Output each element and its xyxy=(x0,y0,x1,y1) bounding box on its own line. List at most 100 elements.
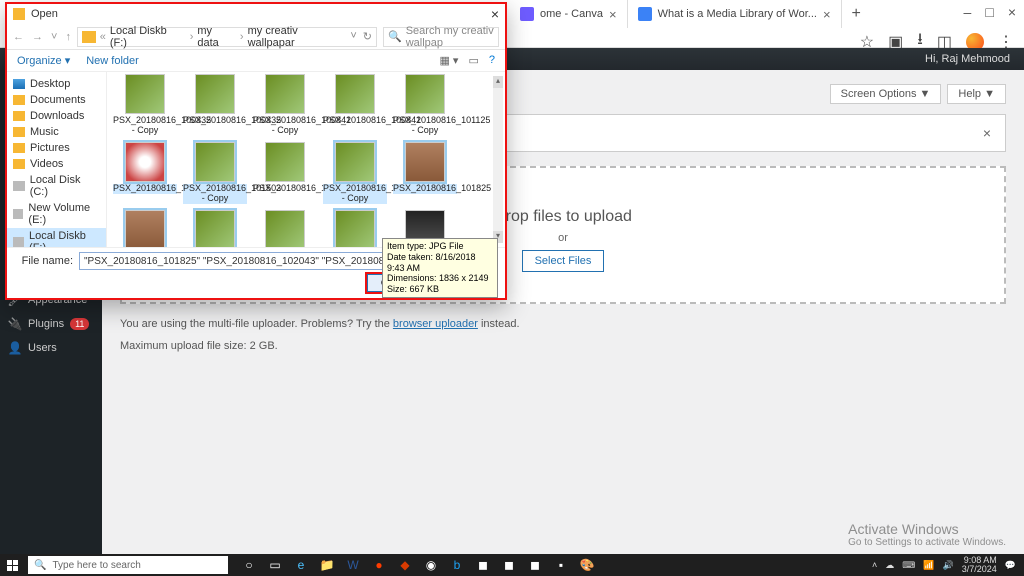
back-icon[interactable]: ← xyxy=(13,31,24,43)
keyboard-icon[interactable]: ⌨ xyxy=(902,560,915,571)
update-badge: 11 xyxy=(70,318,89,330)
bing-icon[interactable]: b xyxy=(446,554,468,576)
office-icon[interactable]: ◆ xyxy=(394,554,416,576)
wp-icon xyxy=(638,7,652,21)
view-icon[interactable]: ▦ ▾ xyxy=(439,54,458,67)
nav-item[interactable]: Music xyxy=(7,124,106,140)
nav-item[interactable]: Local Diskb (F:) xyxy=(7,228,106,247)
wp-greeting[interactable]: Hi, Raj Mehmood xyxy=(925,53,1010,65)
close-icon[interactable]: × xyxy=(823,7,831,22)
screen-options-button[interactable]: Screen Options ▼ xyxy=(830,84,942,104)
search-input[interactable]: 🔍 Search my creativ wallpap xyxy=(383,27,499,47)
file-item[interactable]: PSX_20180816_101125 xyxy=(113,142,177,204)
thumbnail xyxy=(195,142,235,182)
file-item[interactable]: PSX_20180816_101503 - Copy xyxy=(183,142,247,204)
tray-chevron-icon[interactable]: ˄ xyxy=(872,560,877,570)
folder-icon xyxy=(13,111,25,121)
browser-uploader-link[interactable]: browser uploader xyxy=(393,318,478,330)
app-icon[interactable]: ◼ xyxy=(524,554,546,576)
file-item[interactable]: PSX_20180816_102322 - Copy xyxy=(183,210,247,247)
new-folder-button[interactable]: New folder xyxy=(86,55,139,67)
file-item[interactable]: PSX_20180816_101503 xyxy=(253,142,317,204)
file-item[interactable]: PSX_20180816_101125 - Copy xyxy=(393,74,457,136)
browser-tab[interactable]: What is a Media Library of Wor... × xyxy=(628,0,842,28)
thumbnail xyxy=(265,74,305,114)
close-icon[interactable]: × xyxy=(609,7,617,22)
nav-item[interactable]: New Volume (E:) xyxy=(7,200,106,228)
file-item[interactable]: PSX_20180816_100335 - Copy xyxy=(113,74,177,136)
volume-icon[interactable]: 🔊 xyxy=(943,560,954,571)
sidebar-item[interactable]: 👤Users xyxy=(0,336,102,360)
scroll-up-icon[interactable]: ▴ xyxy=(493,76,503,88)
nav-item[interactable]: Local Disk (C:) xyxy=(7,172,106,200)
preview-icon[interactable]: ▭ xyxy=(468,54,478,67)
organize-menu[interactable]: Organize ▾ xyxy=(17,54,70,67)
nav-item[interactable]: Videos xyxy=(7,156,106,172)
word-icon[interactable]: W xyxy=(342,554,364,576)
max-upload-size: Maximum upload file size: 2 GB. xyxy=(120,340,1006,352)
thumbnail xyxy=(335,210,375,247)
file-item[interactable]: PSX_20180816_101825 - Copy xyxy=(323,142,387,204)
file-item[interactable]: PSX_20180816_100841 - Copy xyxy=(253,74,317,136)
search-icon: 🔍 xyxy=(388,30,402,43)
filename-label: File name: xyxy=(17,255,73,267)
file-item[interactable]: PSX_20180816_102043 xyxy=(113,210,177,247)
taskview-icon[interactable]: ▭ xyxy=(264,554,286,576)
nav-item[interactable]: Downloads xyxy=(7,108,106,124)
onedrive-icon[interactable]: ☁ xyxy=(885,560,894,571)
edge-icon[interactable]: e xyxy=(290,554,312,576)
close-icon[interactable]: × xyxy=(1008,4,1016,20)
nav-item[interactable]: Documents xyxy=(7,92,106,108)
powerpoint-icon[interactable]: ● xyxy=(368,554,390,576)
taskbar-clock[interactable]: 9:08 AM 3/7/2024 xyxy=(962,556,997,574)
nav-item[interactable]: Pictures xyxy=(7,140,106,156)
close-icon[interactable]: × xyxy=(491,6,499,22)
tab-label: What is a Media Library of Wor... xyxy=(658,8,817,20)
file-name: PSX_20180816_100841 xyxy=(323,116,387,126)
help-icon[interactable]: ? xyxy=(489,54,495,67)
cortana-icon[interactable]: ○ xyxy=(238,554,260,576)
thumbnail xyxy=(125,142,165,182)
file-item[interactable]: PSX_20180816_101825 xyxy=(393,142,457,204)
notifications-icon[interactable]: 💬 xyxy=(1005,560,1016,571)
help-button[interactable]: Help ▼ xyxy=(947,84,1006,104)
terminal-icon[interactable]: ▪ xyxy=(550,554,572,576)
sidebar-item[interactable]: 🔌Plugins11 xyxy=(0,312,102,336)
breadcrumb[interactable]: « Local Diskb (F:) › my data › my creati… xyxy=(77,27,377,47)
maximize-icon[interactable]: □ xyxy=(985,4,993,20)
file-item[interactable]: PSX_20180816_100841 xyxy=(323,74,387,136)
refresh-icon[interactable]: ↻ xyxy=(363,30,372,43)
file-name: PSX_20180816_101125 xyxy=(113,184,177,194)
folder-icon xyxy=(13,143,25,153)
chevron-down-icon[interactable]: ˅ xyxy=(51,31,57,43)
taskbar-search[interactable]: 🔍 Type here to search xyxy=(28,556,228,574)
app-icon[interactable]: ◼ xyxy=(498,554,520,576)
up-icon[interactable]: ↑ xyxy=(65,31,71,43)
new-tab-button[interactable]: + xyxy=(842,5,871,23)
file-item[interactable]: PSX_20180816_102322 xyxy=(323,210,387,247)
start-button[interactable] xyxy=(0,554,24,576)
file-item[interactable]: PSX_20180816_100335 xyxy=(183,74,247,136)
minimize-icon[interactable]: – xyxy=(964,4,972,20)
select-files-button[interactable]: Select Files xyxy=(522,250,605,272)
wifi-icon[interactable]: 📶 xyxy=(923,560,934,571)
users-icon: 👤 xyxy=(8,341,22,355)
chrome-icon[interactable]: ◉ xyxy=(420,554,442,576)
nav-item[interactable]: Desktop xyxy=(7,76,106,92)
paint-icon[interactable]: 🎨 xyxy=(576,554,598,576)
thumbnail xyxy=(335,142,375,182)
browser-tab[interactable]: ome - Canva × xyxy=(510,0,628,28)
chevron-down-icon[interactable]: ˅ xyxy=(350,30,356,43)
file-name: PSX_20180816_100335 xyxy=(183,116,247,126)
scrollbar[interactable]: ▴ ▾ xyxy=(493,76,503,243)
app-icon[interactable]: ◼ xyxy=(472,554,494,576)
windows-icon xyxy=(7,560,18,571)
explorer-icon[interactable]: 📁 xyxy=(316,554,338,576)
taskbar: 🔍 Type here to search ○ ▭ e 📁 W ● ◆ ◉ b … xyxy=(0,554,1024,576)
dismiss-icon[interactable]: × xyxy=(983,125,991,141)
nav-pane: DesktopDocumentsDownloadsMusicPicturesVi… xyxy=(7,72,107,247)
file-name: PSX_20180816_101125 - Copy xyxy=(393,116,457,136)
forward-icon[interactable]: → xyxy=(32,31,43,43)
file-item[interactable]: PSX_20180816_102322 copy xyxy=(253,210,317,247)
drive-icon xyxy=(13,181,25,191)
